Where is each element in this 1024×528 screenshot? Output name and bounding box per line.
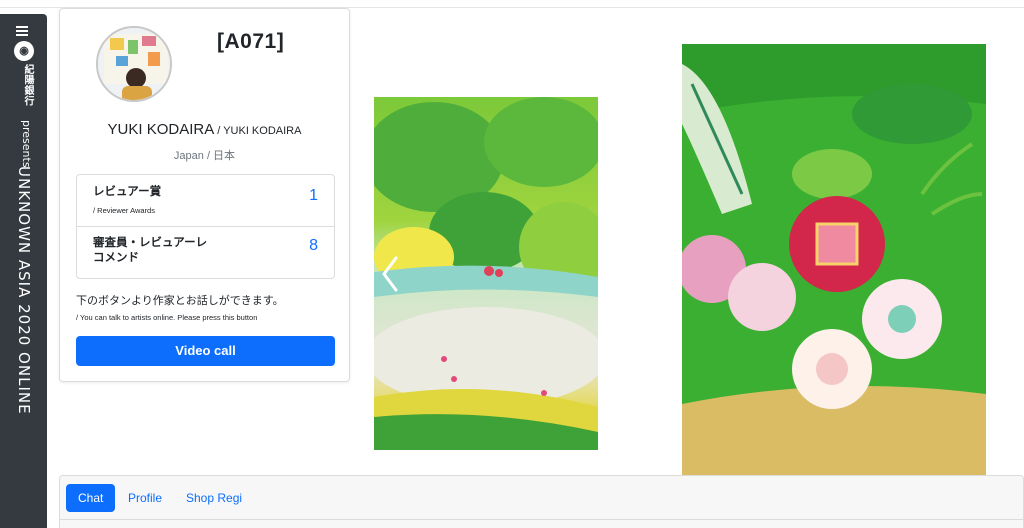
award-subtitle: / Reviewer Awards: [93, 206, 155, 215]
browser-top-edge: [0, 0, 1024, 8]
artist-name-en: YUKI KODAIRA: [107, 121, 215, 138]
artist-name-sub: / YUKI KODAIRA: [214, 125, 302, 137]
tab-chat[interactable]: Chat: [66, 484, 116, 512]
artwork-image-1[interactable]: [374, 97, 598, 450]
video-call-button[interactable]: Video call: [76, 336, 335, 366]
artist-profile-card: [A071] YUKI KODAIRA / YUKI KODAIRA Japan…: [59, 8, 350, 382]
artist-code: [A071]: [217, 30, 285, 53]
tab-shop-regi[interactable]: Shop Regi: [186, 484, 242, 512]
award-title: レビュアー賞: [93, 186, 162, 198]
event-title[interactable]: UNKNOWN ASIA 2020 ONLINE: [15, 166, 33, 415]
award-count[interactable]: 8: [309, 237, 318, 255]
award-row-recommend: 審査員・レビュアーレコメンド 8: [77, 227, 334, 278]
artist-avatar: [96, 26, 172, 102]
hamburger-icon[interactable]: [16, 26, 30, 36]
tab-profile[interactable]: Profile: [128, 484, 162, 512]
page: ◉ 紀陽銀行 presents UNKNOWN ASIA 2020 ONLINE…: [0, 0, 1024, 528]
award-title: 審査員・レビュアーレコメンド: [93, 237, 208, 264]
award-count[interactable]: 1: [309, 187, 318, 205]
awards-list: レビュアー賞 / Reviewer Awards 1 審査員・レビュアーレコメン…: [76, 174, 335, 279]
award-row-reviewer: レビュアー賞 / Reviewer Awards 1: [77, 175, 334, 227]
talk-instruction-jp: 下のボタンより作家とお話しができます。: [76, 295, 284, 307]
tab-divider: [60, 519, 1024, 520]
artist-name: YUKI KODAIRA / YUKI KODAIRA: [60, 121, 349, 139]
tab-bar: Chat Profile Shop Regi: [59, 475, 1024, 528]
artwork-image-2[interactable]: [682, 44, 986, 475]
presents-text: presents: [20, 120, 33, 168]
sponsor-brand: 紀陽銀行: [22, 64, 33, 106]
artist-country: Japan / 日本: [173, 150, 236, 162]
sidebar: ◉ 紀陽銀行 presents UNKNOWN ASIA 2020 ONLINE: [0, 14, 47, 528]
carousel-prev-chevron-icon[interactable]: [378, 254, 402, 294]
talk-instruction-en: / You can talk to artists online. Please…: [76, 313, 258, 322]
unknown-asia-logo-icon: ◉: [14, 41, 34, 61]
